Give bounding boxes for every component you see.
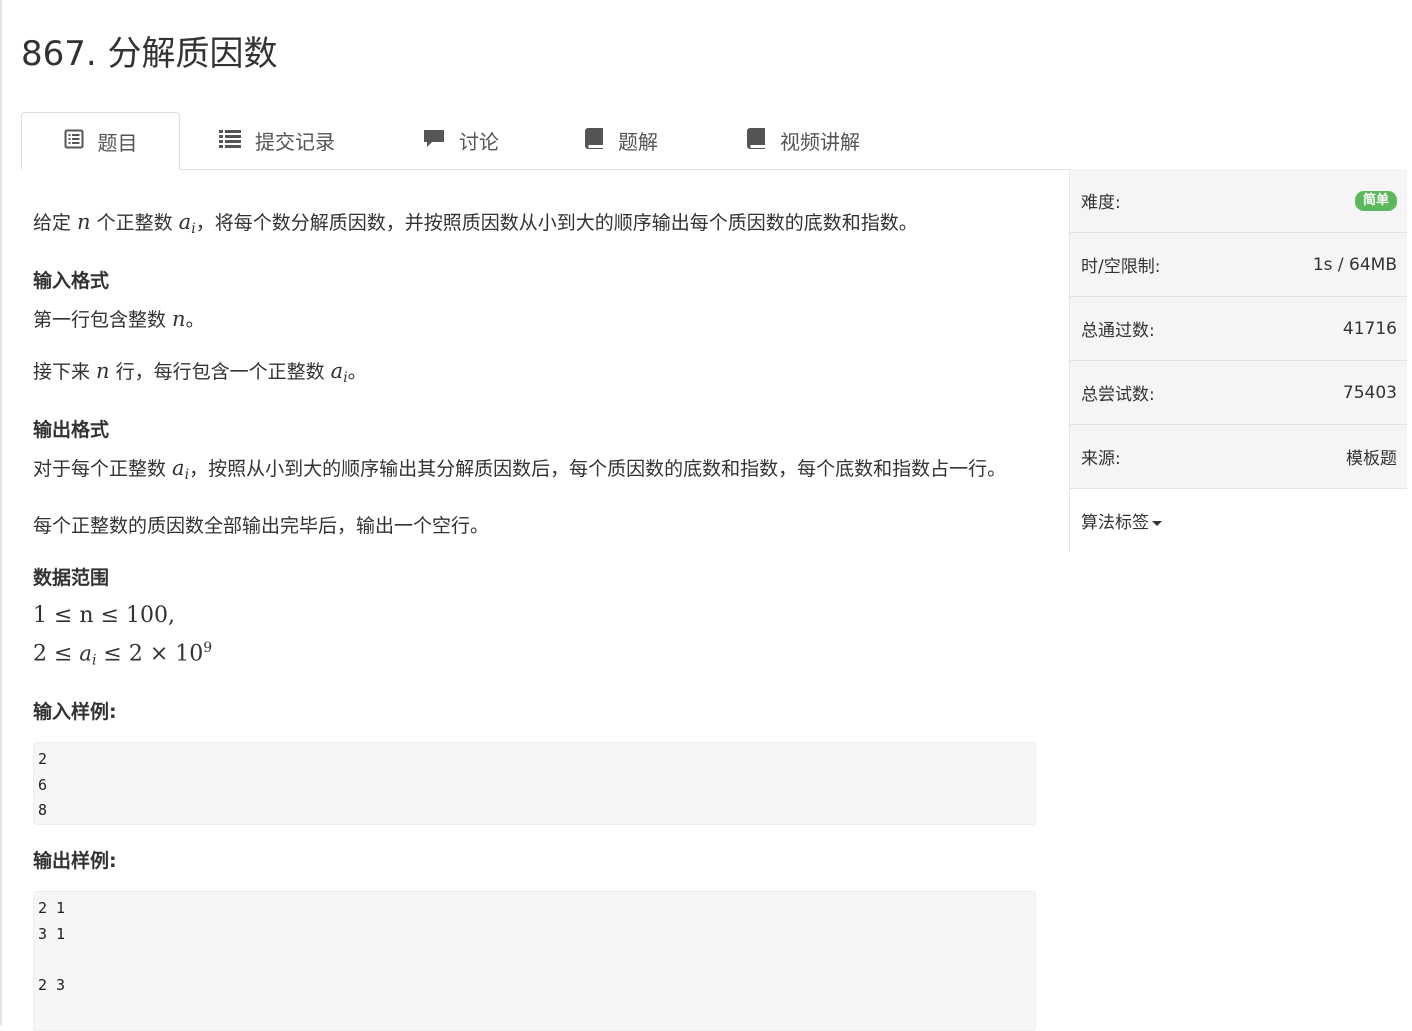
attempts-row: 总尝试数: 75403	[1070, 361, 1407, 425]
attempts-label: 总尝试数:	[1081, 385, 1155, 405]
math-var: a	[172, 456, 185, 480]
range-line-2: 2 ≤ ai ≤ 2 × 109	[33, 640, 213, 669]
sample-input-heading: 输入样例:	[33, 701, 117, 724]
output-line-2: 每个正整数的质因数全部输出完毕后，输出一个空行。	[33, 515, 490, 537]
output-format-heading: 输出格式	[33, 419, 110, 441]
input-line-1: 第一行包含整数 n。	[33, 307, 205, 331]
tab-label: 提交记录	[255, 129, 335, 154]
tab-problem[interactable]: 题目	[21, 112, 180, 170]
problem-content: 给定 n 个正整数 ai，将每个数分解质因数，并按照质因数从小到大的顺序输出每个…	[33, 200, 1038, 1031]
input-format-heading: 输入格式	[33, 270, 110, 292]
tags-dropdown[interactable]: 算法标签	[1081, 508, 1162, 533]
math-var: a	[79, 641, 92, 666]
list-alt-icon	[64, 129, 84, 154]
problem-info-panel: 难度: 简单 时/空限制: 1s / 64MB 总通过数: 41716 总尝试数…	[1069, 169, 1407, 552]
accepted-value: 41716	[1342, 318, 1397, 339]
limit-row: 时/空限制: 1s / 64MB	[1070, 233, 1407, 297]
math-var: n	[77, 210, 91, 234]
page-edge-divider	[0, 0, 2, 1025]
tab-submissions[interactable]: 提交记录	[219, 112, 335, 168]
page-title: 867. 分解质因数	[21, 34, 278, 74]
range-line-1: 1 ≤ n ≤ 100,	[33, 603, 175, 628]
comment-icon	[423, 128, 445, 153]
accepted-label: 总通过数:	[1081, 321, 1155, 341]
list-icon	[219, 128, 241, 153]
tab-label: 讨论	[459, 129, 499, 154]
difficulty-label: 难度:	[1081, 193, 1121, 213]
accepted-row: 总通过数: 41716	[1070, 297, 1407, 361]
source-row: 来源: 模板题	[1070, 425, 1407, 489]
source-value: 模板题	[1346, 449, 1397, 469]
tab-solutions[interactable]: 题解	[584, 112, 658, 168]
limit-value: 1s / 64MB	[1312, 254, 1397, 275]
math-exponent: 9	[203, 640, 213, 656]
math-var: a	[330, 359, 344, 383]
tags-row: 算法标签	[1070, 489, 1407, 552]
tab-label: 题目	[97, 130, 138, 155]
tab-label: 题解	[618, 129, 658, 154]
math-var: a	[178, 210, 192, 234]
math-var: n	[96, 359, 110, 383]
limit-label: 时/空限制:	[1081, 257, 1161, 277]
sample-output-heading: 输出样例:	[33, 850, 117, 873]
book-icon	[584, 127, 604, 154]
sample-output-block[interactable]: 2 1 3 1 2 3	[33, 891, 1036, 1031]
tab-label: 视频讲解	[780, 129, 860, 154]
difficulty-badge: 简单	[1354, 190, 1397, 211]
tags-label: 算法标签	[1081, 513, 1149, 533]
sample-input-block[interactable]: 2 6 8	[33, 742, 1036, 826]
input-line-2: 接下来 n 行，每行包含一个正整数 ai。	[33, 359, 367, 386]
math-var: n	[172, 307, 186, 331]
caret-down-icon	[1152, 520, 1162, 526]
source-label: 来源:	[1081, 449, 1121, 469]
book-icon	[746, 127, 766, 154]
tab-discussion[interactable]: 讨论	[423, 112, 499, 168]
problem-tabs: 题目 提交记录 讨论 题解 视频讲解	[21, 112, 1406, 170]
difficulty-row: 难度: 简单	[1070, 169, 1407, 233]
problem-description: 给定 n 个正整数 ai，将每个数分解质因数，并按照质因数从小到大的顺序输出每个…	[33, 210, 918, 237]
tab-video[interactable]: 视频讲解	[746, 112, 860, 168]
data-range-heading: 数据范围	[33, 567, 110, 589]
output-line-1: 对于每个正整数 ai，按照从小到大的顺序输出其分解质因数后，每个质因数的底数和指…	[33, 456, 1007, 483]
attempts-value: 75403	[1342, 382, 1397, 403]
